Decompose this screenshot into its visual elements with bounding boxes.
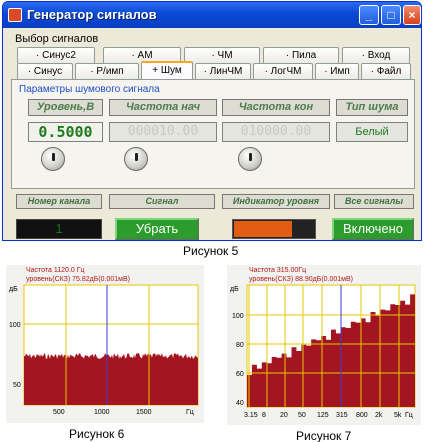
plot7-info-level: уровень(СКЗ) 88.90дБ(0.001мВ) <box>249 276 353 283</box>
plot6-info-frequency: Частота 1120.0 Гц <box>26 267 85 274</box>
noise-params-title: Параметры шумового сигнала <box>19 84 160 95</box>
plot6-info-level: уровень(СКЗ) 75.82дБ(0.001мВ) <box>26 276 130 283</box>
figure-5-caption: Рисунок 5 <box>183 244 239 258</box>
plot6-x-tick-1000: 1000 <box>94 409 110 416</box>
tab-linear-fm[interactable]: · ЛинЧМ <box>195 63 251 79</box>
signal-selection-label: Выбор сигналов <box>15 33 99 45</box>
figure-7-caption: Рисунок 7 <box>296 429 352 442</box>
window-title: Генератор сигналов <box>27 7 157 22</box>
close-button[interactable]: × <box>403 5 421 25</box>
plot7-svg: Частота 315.00Гц уровень(СКЗ) 88.90дБ(0.… <box>230 267 416 419</box>
spectrum-plot-pink-noise: Частота 315.00Гц уровень(СКЗ) 88.90дБ(0.… <box>227 265 421 425</box>
plot7-x-tick: 2k <box>375 412 383 419</box>
noise-type-header: Тип шума <box>336 99 408 116</box>
plot6-svg: Частота 1120.0 Гц уровень(СКЗ) 75.82дБ(0… <box>9 267 199 416</box>
plot6-y-unit: дБ <box>9 286 18 293</box>
freq-start-header: Частота нач <box>109 99 217 116</box>
tab-pulse-train[interactable]: · Р/имп <box>75 63 139 79</box>
signal-header: Сигнал <box>109 194 215 209</box>
remove-signal-button[interactable]: Убрать <box>115 218 199 240</box>
tab-saw[interactable]: · Пила <box>263 47 339 63</box>
level-input[interactable]: 0.5000 <box>28 122 103 142</box>
level-header: Уровень,В <box>28 99 103 116</box>
tab-file[interactable]: · Файл <box>361 63 411 79</box>
plot7-y-unit: дБ <box>230 286 239 293</box>
plot7-x-tick: 800 <box>356 412 368 419</box>
signal-generator-window: Генератор сигналов _ □ × Выбор сигналов … <box>2 1 422 241</box>
noise-type-select[interactable]: Белый <box>336 122 408 142</box>
plot6-noise-area <box>24 353 198 405</box>
tab-impulse[interactable]: · Имп <box>315 63 359 79</box>
spectrum-plot-noise: Частота 1120.0 Гц уровень(СКЗ) 75.82дБ(0… <box>6 265 204 423</box>
freq-end-header: Частота кон <box>222 99 330 116</box>
minimize-button[interactable]: _ <box>359 5 379 25</box>
plot6-y-tick-100: 100 <box>9 322 21 329</box>
tab-log-fm[interactable]: · ЛогЧМ <box>253 63 313 79</box>
plot7-x-tick: 315 <box>336 412 348 419</box>
channel-number-header: Номер канала <box>16 194 102 209</box>
freq-end-input[interactable]: 010000.00 <box>222 122 330 142</box>
freq-start-knob[interactable] <box>124 147 148 171</box>
level-knob[interactable] <box>41 147 65 171</box>
plot7-y-tick-40: 40 <box>236 400 244 407</box>
plot7-y-tick-100: 100 <box>232 313 244 320</box>
level-indicator-bar <box>232 219 316 239</box>
plot6-x-unit: Гц <box>186 409 194 416</box>
level-indicator-header: Индикатор уровня <box>222 194 330 209</box>
channel-number-display: 1 <box>16 219 102 239</box>
tab-sine2[interactable]: · Синус2 <box>17 47 95 63</box>
level-indicator-fill <box>234 221 292 237</box>
freq-end-knob[interactable] <box>238 147 262 171</box>
tab-sine[interactable]: · Синус <box>17 63 73 79</box>
plot7-y-tick-60: 60 <box>236 371 244 378</box>
plot7-x-tick: 8 <box>262 412 266 419</box>
plot7-x-tick: 20 <box>280 412 288 419</box>
tab-input[interactable]: · Вход <box>342 47 410 63</box>
tab-fm[interactable]: · ЧМ <box>184 47 260 63</box>
plot7-y-tick-80: 80 <box>236 342 244 349</box>
plot7-x-unit: Гц <box>405 412 413 419</box>
maximize-button[interactable]: □ <box>381 5 401 25</box>
plot7-info-frequency: Частота 315.00Гц <box>249 267 306 274</box>
plot6-x-tick-1500: 1500 <box>136 409 152 416</box>
app-icon <box>8 8 22 22</box>
plot7-x-tick: 3.15 <box>244 412 258 419</box>
plot6-y-tick-50: 50 <box>13 382 21 389</box>
figure-6-caption: Рисунок 6 <box>69 427 125 441</box>
all-signals-toggle-button[interactable]: Включено <box>332 218 414 240</box>
plot7-x-tick: 5k <box>394 412 402 419</box>
freq-start-input[interactable]: 000010.00 <box>109 122 217 142</box>
title-bar[interactable]: Генератор сигналов _ □ × <box>3 2 421 28</box>
all-signals-header: Все сигналы <box>334 194 414 209</box>
plot7-x-tick: 50 <box>298 412 306 419</box>
plot7-x-tick: 125 <box>317 412 329 419</box>
tab-noise[interactable]: + Шум <box>141 61 193 79</box>
plot6-x-tick-500: 500 <box>53 409 65 416</box>
